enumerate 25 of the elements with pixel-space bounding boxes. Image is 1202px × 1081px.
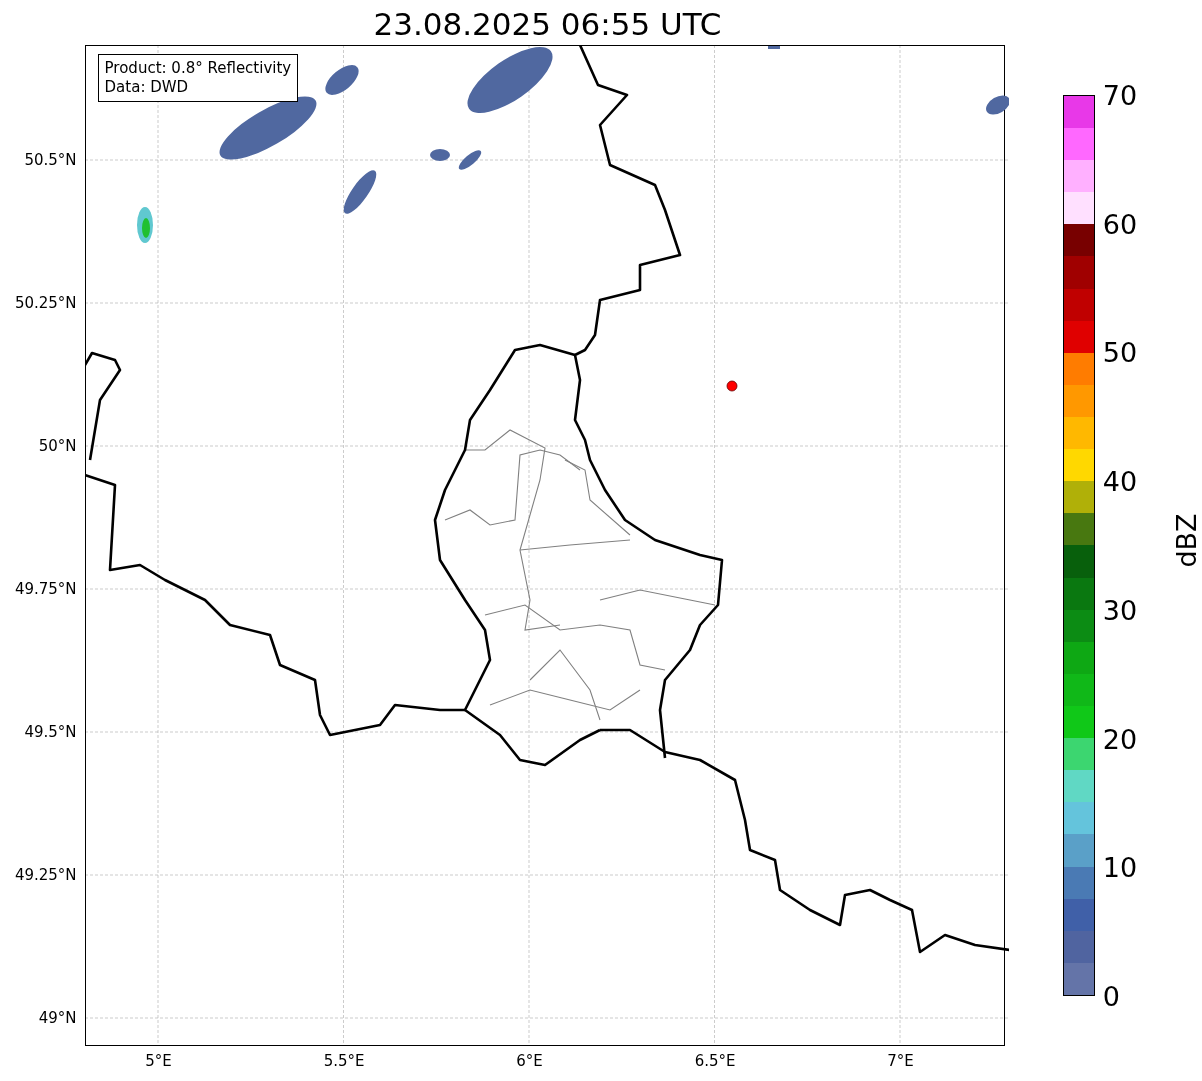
latitude-label: 49.5°N [24,723,77,741]
longitude-label: 5°E [145,1052,172,1070]
latitude-label: 49.75°N [14,580,77,598]
station-marker [726,380,737,392]
map-title: 23.08.2025 06:55 UTC [372,5,723,44]
colorbar-tick-label: 0 [1102,980,1120,1012]
latitude-label: 49°N [38,1009,77,1027]
colorbar-tick-label: 40 [1102,465,1138,497]
latitude-label: 50.25°N [14,294,77,312]
longitude-label: 6.5°E [694,1052,736,1070]
latitude-label: 50.5°N [24,151,77,169]
colorbar-tick-label: 30 [1102,594,1138,626]
info-text: Product: 0.8° Reflectivity [104,59,292,78]
colorbar-tick-label: 10 [1102,851,1138,883]
latitude-label: 49.25°N [14,866,77,884]
info-text: Data: DWD [104,78,190,97]
longitude-label: 5.5°E [323,1052,365,1070]
colorbar-label: dBZ [1170,513,1202,568]
colorbar-tick-label: 20 [1102,723,1138,755]
longitude-label: 6°E [516,1052,543,1070]
longitude-label: 7°E [887,1052,914,1070]
colorbar-tick-label: 60 [1102,208,1138,240]
colorbar-tick-label: 70 [1102,79,1138,111]
colorbar-tick-label: 50 [1102,336,1138,368]
latitude-label: 50°N [38,437,77,455]
